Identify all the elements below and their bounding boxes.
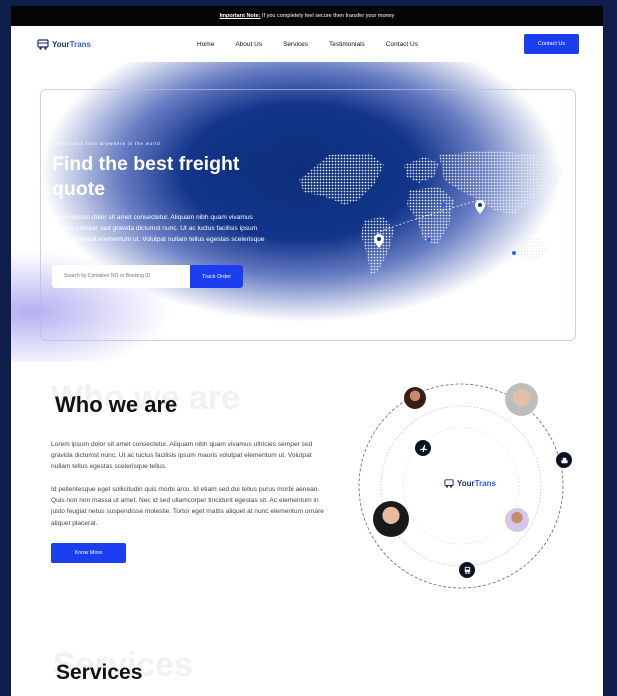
nav-testimonials[interactable]: Testimonials bbox=[329, 41, 365, 48]
hero-title: Find the best freight quote bbox=[52, 153, 240, 200]
navbar: YourTrans Home About Us Services Testimo… bbox=[11, 26, 603, 62]
contact-us-button[interactable]: Contact Us bbox=[524, 34, 579, 54]
truck-logo-icon bbox=[444, 479, 454, 488]
orbit-center-logo: YourTrans bbox=[444, 479, 496, 488]
nav-about[interactable]: About Us bbox=[235, 41, 262, 48]
nav-home[interactable]: Home bbox=[197, 41, 214, 48]
important-note-bar: Important Note: If you completely feel s… bbox=[11, 6, 603, 26]
who-heading: Who we are bbox=[55, 392, 178, 417]
location-pin-icon bbox=[475, 200, 485, 214]
main-menu: Home About Us Services Testimonials Cont… bbox=[197, 26, 439, 62]
avatar bbox=[505, 508, 529, 532]
who-paragraph-1: Lorem ipsum dolor sit amet consectetur. … bbox=[51, 441, 313, 471]
brand-part1: Your bbox=[52, 39, 70, 49]
note-text: If you completely feel secure then trans… bbox=[260, 13, 395, 19]
airplane-icon bbox=[415, 440, 431, 456]
logo[interactable]: YourTrans bbox=[37, 38, 91, 50]
ship-icon bbox=[556, 452, 572, 468]
bus-icon bbox=[459, 562, 475, 578]
brand-part1: Your bbox=[457, 479, 475, 488]
who-paragraph-2: Id pellentesque eget sollicitudin quis m… bbox=[51, 486, 324, 527]
nav-services[interactable]: Services bbox=[283, 41, 308, 48]
hero-kicker: Ship to and from anywhere in the world bbox=[52, 141, 161, 146]
note-label: Important Note: bbox=[219, 13, 261, 19]
nav-contact[interactable]: Contact Us bbox=[386, 41, 418, 48]
truck-logo-icon bbox=[37, 38, 49, 50]
page: Important Note: If you completely feel s… bbox=[11, 6, 603, 696]
brand-part2: Trans bbox=[69, 39, 91, 49]
avatar bbox=[373, 501, 409, 537]
services-heading: Services bbox=[56, 661, 143, 684]
hero-section: Ship to and from anywhere in the world F… bbox=[11, 62, 603, 362]
know-more-button[interactable]: Know More bbox=[51, 543, 126, 563]
hero-lead: Lorem ipsum dolor sit amet consectetur. … bbox=[52, 214, 265, 255]
tracking-search-input[interactable] bbox=[52, 265, 190, 288]
location-pin-icon bbox=[374, 234, 384, 248]
track-order-button[interactable]: Track Order bbox=[190, 265, 243, 288]
avatar bbox=[404, 387, 426, 409]
world-map-icon bbox=[299, 150, 564, 275]
avatar bbox=[505, 383, 538, 416]
brand-part2: Trans bbox=[474, 479, 496, 488]
